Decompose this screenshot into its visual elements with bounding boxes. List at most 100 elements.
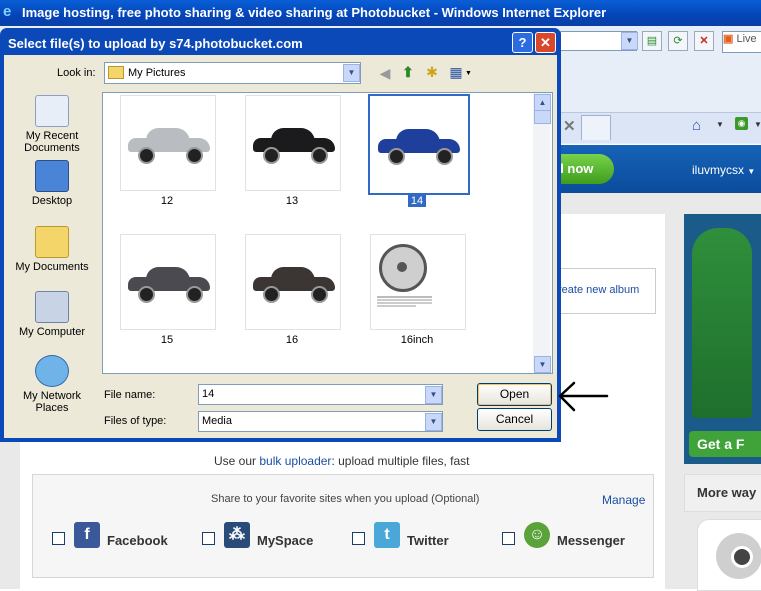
file-name-value: 14 bbox=[202, 388, 215, 400]
home-dropdown-icon[interactable]: ▼ bbox=[716, 120, 724, 129]
file-name[interactable]: 16inch bbox=[367, 334, 467, 346]
compatibility-icon[interactable]: ▤ bbox=[642, 31, 662, 51]
look-in-dropdown-icon[interactable]: ▼ bbox=[343, 64, 360, 82]
new-folder-icon[interactable]: ✱ bbox=[424, 64, 440, 80]
file-name-dropdown-icon[interactable]: ▼ bbox=[425, 386, 442, 404]
advertisement[interactable]: Get a F bbox=[684, 214, 761, 464]
place-network[interactable]: My Network Places bbox=[7, 355, 97, 414]
my-documents-icon bbox=[35, 226, 69, 258]
file-thumbnail[interactable] bbox=[245, 234, 341, 330]
ad-cta-button[interactable]: Get a F bbox=[689, 431, 761, 457]
share-panel bbox=[32, 474, 654, 578]
look-in-value: My Pictures bbox=[128, 67, 186, 79]
feeds-icon[interactable]: ◉ bbox=[735, 117, 748, 130]
twitter-checkbox[interactable] bbox=[352, 532, 365, 545]
file-thumbnail[interactable] bbox=[370, 234, 466, 330]
place-label: My Computer bbox=[18, 326, 86, 338]
username: iluvmycsx bbox=[692, 163, 745, 177]
file-name-selected[interactable]: 14 bbox=[367, 195, 467, 207]
file-thumbnail[interactable] bbox=[245, 95, 341, 191]
new-tab-button[interactable] bbox=[581, 115, 611, 140]
dialog-title: Select file(s) to upload by s74.photobuc… bbox=[8, 36, 303, 51]
scroll-down-icon[interactable]: ▼ bbox=[534, 356, 551, 373]
refresh-icon[interactable]: ⟳ bbox=[668, 31, 688, 51]
stop-icon[interactable]: ✕ bbox=[694, 31, 714, 51]
file-name[interactable]: 12 bbox=[117, 195, 217, 207]
file-name-input[interactable] bbox=[198, 384, 443, 405]
ad-hero-image bbox=[692, 228, 752, 418]
create-album-link[interactable]: reate new album bbox=[558, 284, 639, 296]
car-image bbox=[378, 129, 460, 165]
file-thumbnail-selected[interactable] bbox=[368, 94, 470, 195]
help-button[interactable]: ? bbox=[512, 32, 533, 53]
place-my-documents[interactable]: My Documents bbox=[7, 226, 97, 273]
more-ways-title: More way bbox=[697, 485, 757, 500]
wheel-spec-text bbox=[377, 295, 432, 308]
file-name-label: File name: bbox=[104, 389, 156, 401]
scroll-thumb[interactable] bbox=[534, 110, 551, 124]
manage-link[interactable]: Manage bbox=[602, 493, 645, 507]
twitter-label: Twitter bbox=[407, 533, 449, 548]
open-button[interactable]: Open bbox=[477, 383, 552, 406]
my-computer-icon bbox=[35, 291, 69, 323]
my-pictures-folder-icon bbox=[108, 66, 124, 79]
car-image bbox=[253, 267, 335, 303]
place-desktop[interactable]: Desktop bbox=[7, 160, 97, 207]
messenger-checkbox[interactable] bbox=[502, 532, 515, 545]
bulk-suffix: : upload multiple files, fast bbox=[331, 454, 470, 468]
username-menu[interactable]: iluvmycsx ▼ bbox=[692, 163, 755, 177]
file-type-dropdown-icon[interactable]: ▼ bbox=[425, 413, 442, 431]
more-ways-header: More way bbox=[684, 474, 761, 512]
file-thumbnail[interactable] bbox=[120, 234, 216, 330]
bulk-uploader-link[interactable]: bulk uploader bbox=[259, 454, 331, 468]
desktop-icon bbox=[35, 160, 69, 192]
network-places-icon bbox=[35, 355, 69, 387]
file-type-select[interactable] bbox=[198, 411, 443, 432]
browser-title-bar[interactable]: e Image hosting, free photo sharing & vi… bbox=[0, 0, 761, 26]
file-thumbnail[interactable] bbox=[120, 95, 216, 191]
file-type-value: Media bbox=[202, 415, 232, 427]
wheel-hub bbox=[397, 262, 407, 272]
place-label: My Recent Documents bbox=[24, 130, 80, 154]
file-name[interactable]: 16 bbox=[242, 334, 342, 346]
myspace-label: MySpace bbox=[257, 533, 314, 548]
browser-title: Image hosting, free photo sharing & vide… bbox=[22, 5, 607, 20]
search-box[interactable]: ▣ Live bbox=[722, 31, 761, 53]
back-icon[interactable]: ◀ bbox=[377, 65, 393, 81]
home-icon[interactable]: ⌂ bbox=[692, 117, 701, 134]
place-label: Desktop bbox=[31, 195, 73, 207]
facebook-label: Facebook bbox=[107, 533, 168, 548]
file-type-label: Files of type: bbox=[104, 415, 167, 427]
scroll-up-icon[interactable]: ▲ bbox=[534, 94, 551, 111]
car-image bbox=[128, 128, 210, 164]
feeds-dropdown-icon[interactable]: ▼ bbox=[754, 120, 761, 129]
file-name[interactable]: 13 bbox=[242, 195, 342, 207]
up-folder-icon[interactable]: ⬆ bbox=[400, 64, 416, 80]
car-image bbox=[253, 128, 335, 164]
place-recent-documents[interactable]: My Recent Documents bbox=[7, 95, 97, 154]
myspace-checkbox[interactable] bbox=[202, 532, 215, 545]
messenger-label: Messenger bbox=[557, 533, 625, 548]
address-dropdown-icon[interactable]: ▼ bbox=[621, 32, 638, 50]
view-menu-icon[interactable]: ▦ bbox=[448, 64, 464, 80]
place-my-computer[interactable]: My Computer bbox=[7, 291, 97, 338]
file-name[interactable]: 15 bbox=[117, 334, 217, 346]
internet-explorer-icon: e bbox=[3, 3, 12, 20]
chevron-down-icon: ▼ bbox=[747, 167, 756, 176]
arrow-annotation bbox=[558, 381, 609, 412]
facebook-icon: f bbox=[74, 522, 100, 548]
cancel-button[interactable]: Cancel bbox=[477, 408, 552, 431]
share-description: Share to your favorite sites when you up… bbox=[211, 493, 480, 505]
place-label: My Network Places bbox=[22, 390, 82, 414]
bulk-prefix: Use our bbox=[214, 454, 257, 468]
car-image bbox=[128, 267, 210, 303]
close-tab-icon[interactable]: ✕ bbox=[563, 117, 576, 135]
close-button[interactable]: ✕ bbox=[535, 32, 556, 53]
facebook-checkbox[interactable] bbox=[52, 532, 65, 545]
place-label: My Documents bbox=[15, 261, 89, 273]
messenger-icon: ☺ bbox=[524, 522, 550, 548]
view-menu-dropdown-icon[interactable]: ▼ bbox=[465, 70, 472, 77]
search-label: Live bbox=[736, 33, 757, 45]
webcam-lens bbox=[731, 546, 753, 568]
file-list-scrollbar[interactable] bbox=[533, 93, 550, 371]
